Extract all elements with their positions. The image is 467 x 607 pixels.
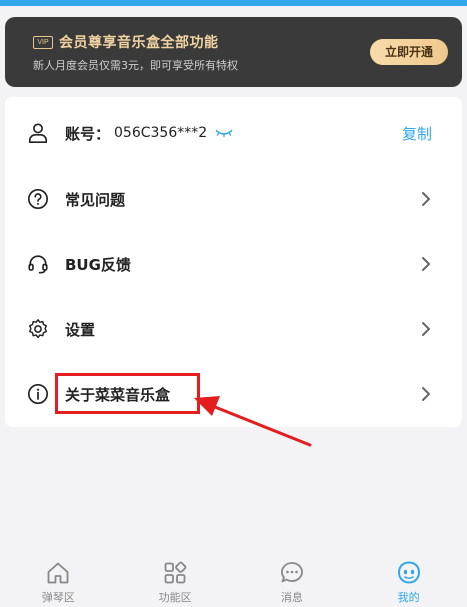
- menu-card: 账号： 056C356***2 复制 常见问题 BUG反馈 设置 关于菜菜音乐盒: [5, 97, 462, 427]
- copy-button[interactable]: 复制: [402, 123, 432, 144]
- menu-label-about: 关于菜菜音乐盒: [65, 385, 171, 404]
- vip-badge-icon: VIP: [33, 35, 53, 49]
- grid-icon: [164, 561, 187, 584]
- menu-label-settings: 设置: [65, 320, 96, 339]
- tab-label: 我的: [397, 591, 420, 604]
- vip-open-button[interactable]: 立即开通: [370, 39, 448, 65]
- menu-label-bug: BUG反馈: [65, 255, 131, 274]
- bottom-tab-bar: 弹琴区 功能区 消息 我的: [0, 550, 467, 607]
- menu-label-faq: 常见问题: [65, 190, 126, 209]
- chat-icon: [280, 562, 303, 583]
- face-icon: [397, 561, 420, 584]
- info-icon: [28, 384, 48, 404]
- chevron-right-icon: [422, 322, 430, 336]
- menu-item-faq[interactable]: 常见问题: [5, 169, 462, 229]
- eye-closed-icon[interactable]: [215, 128, 233, 138]
- vip-title: 会员尊享音乐盒全部功能: [59, 35, 219, 51]
- menu-item-bug-feedback[interactable]: BUG反馈: [5, 234, 462, 294]
- tab-mine[interactable]: 我的: [350, 550, 467, 607]
- question-icon: [28, 189, 48, 209]
- tab-label: 弹琴区: [41, 591, 75, 604]
- account-value: 056C356***2: [114, 125, 208, 141]
- chevron-right-icon: [422, 387, 430, 401]
- chevron-right-icon: [422, 192, 430, 206]
- tab-features[interactable]: 功能区: [117, 550, 234, 607]
- account-row: 账号： 056C356***2 复制: [5, 103, 462, 163]
- tab-piano[interactable]: 弹琴区: [0, 550, 117, 607]
- top-accent-bar: [0, 0, 467, 6]
- user-icon: [28, 123, 48, 143]
- account-label: 账号：: [65, 124, 111, 143]
- menu-item-settings[interactable]: 设置: [5, 299, 462, 359]
- vip-banner[interactable]: VIP 会员尊享音乐盒全部功能 新人月度会员仅需3元，即可享受所有特权 立即开通: [5, 17, 462, 87]
- annotation-arrow-icon: [194, 396, 312, 447]
- tab-label: 消息: [280, 591, 303, 604]
- home-icon: [47, 562, 69, 584]
- headset-icon: [28, 255, 48, 274]
- chevron-right-icon: [422, 257, 430, 271]
- tab-label: 功能区: [158, 591, 192, 604]
- tab-messages[interactable]: 消息: [234, 550, 351, 607]
- gear-icon: [29, 319, 47, 339]
